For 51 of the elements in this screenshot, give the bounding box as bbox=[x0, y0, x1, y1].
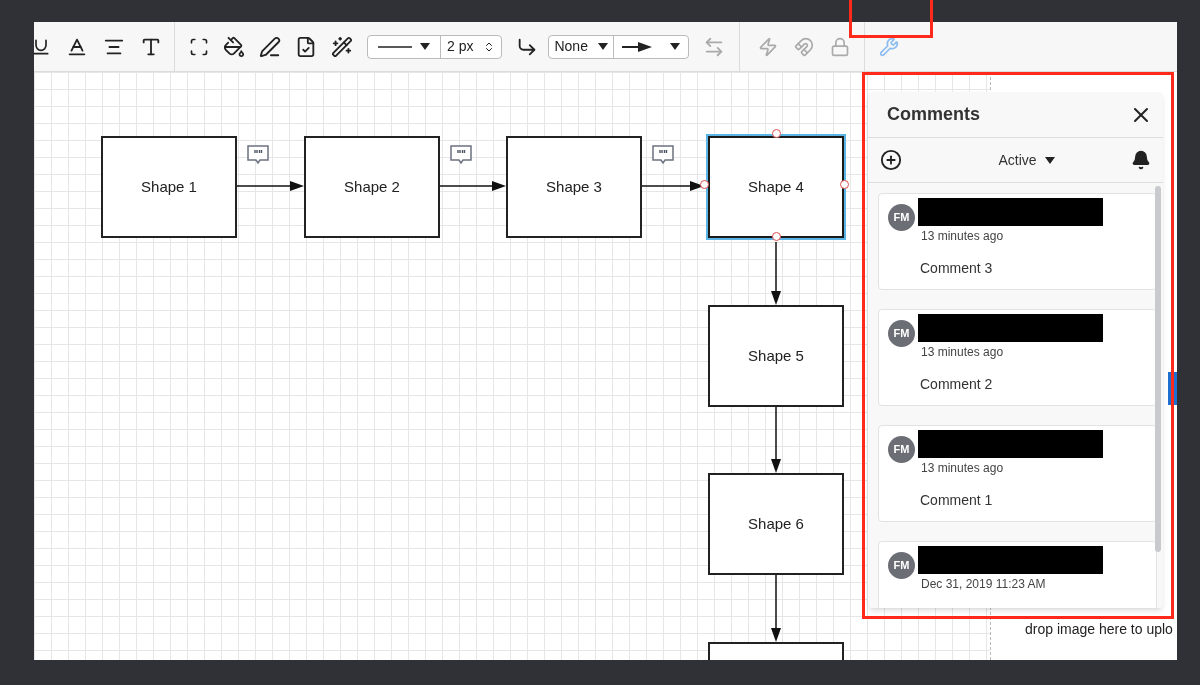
line-end-field[interactable]: None bbox=[548, 34, 689, 59]
add-comment-icon[interactable] bbox=[880, 149, 902, 171]
pen-icon[interactable] bbox=[259, 35, 281, 58]
line-end-value: None bbox=[554, 37, 588, 56]
line-style-field[interactable]: 2 px bbox=[367, 34, 503, 59]
resize-handle[interactable] bbox=[700, 180, 709, 189]
comment-time: Dec 31, 2019 11:23 AM bbox=[921, 576, 1047, 593]
bell-icon[interactable] bbox=[1131, 150, 1151, 170]
resize-handle[interactable] bbox=[772, 232, 781, 241]
comment-time: 13 minutes ago bbox=[921, 228, 1005, 245]
resize-handle[interactable] bbox=[772, 129, 781, 138]
diagram-shape: Shape 6 bbox=[708, 473, 844, 575]
comment-time: 13 minutes ago bbox=[921, 460, 1005, 477]
diagram-shape: Shape 2 bbox=[304, 136, 440, 238]
comment-text: Comment 3 bbox=[920, 259, 994, 278]
paint-bucket-icon[interactable] bbox=[223, 35, 245, 58]
avatar: FM bbox=[888, 320, 915, 347]
document-check-icon[interactable] bbox=[295, 35, 317, 58]
arrow-icon bbox=[621, 40, 652, 53]
caret-icon bbox=[1044, 156, 1055, 164]
connector-arrow bbox=[440, 181, 506, 191]
avatar: FM bbox=[888, 552, 915, 579]
diagram-shape: Shape 4 bbox=[708, 136, 844, 238]
comment-text: Comment 2 bbox=[920, 375, 994, 394]
upload-hint: drop image here to uplo bbox=[1025, 620, 1173, 639]
wrench-icon[interactable] bbox=[878, 36, 899, 57]
comment-icon[interactable] bbox=[450, 145, 472, 165]
comment-time: 13 minutes ago bbox=[921, 344, 1005, 361]
panel-title: Comments bbox=[887, 103, 980, 126]
resize-handle[interactable] bbox=[840, 180, 849, 189]
diagram-shape: Shape 1 bbox=[101, 136, 237, 238]
comment-icon[interactable] bbox=[652, 145, 674, 165]
comment-icon[interactable] bbox=[247, 145, 269, 165]
scrollbar[interactable] bbox=[1155, 186, 1161, 552]
avatar: FM bbox=[888, 436, 915, 463]
connector-arrow bbox=[237, 181, 304, 191]
connector-arrow bbox=[771, 575, 781, 642]
caret-icon bbox=[420, 43, 430, 50]
comment-text: Comment 1 bbox=[920, 491, 994, 510]
diagram-shape: Shape 3 bbox=[506, 136, 642, 238]
line-width-value: 2 px bbox=[447, 37, 474, 56]
avatar: FM bbox=[888, 204, 915, 231]
solid-line-icon bbox=[378, 44, 412, 49]
frame-icon[interactable] bbox=[189, 36, 209, 57]
diagram-shape: Shape 5 bbox=[708, 305, 844, 407]
connector-arrow bbox=[771, 242, 781, 305]
caret-icon bbox=[597, 43, 608, 50]
caret-icon bbox=[669, 43, 680, 50]
connector-arrow bbox=[771, 407, 781, 473]
magic-wand-icon[interactable] bbox=[331, 35, 353, 58]
filter-dropdown[interactable]: Active bbox=[998, 149, 1055, 171]
